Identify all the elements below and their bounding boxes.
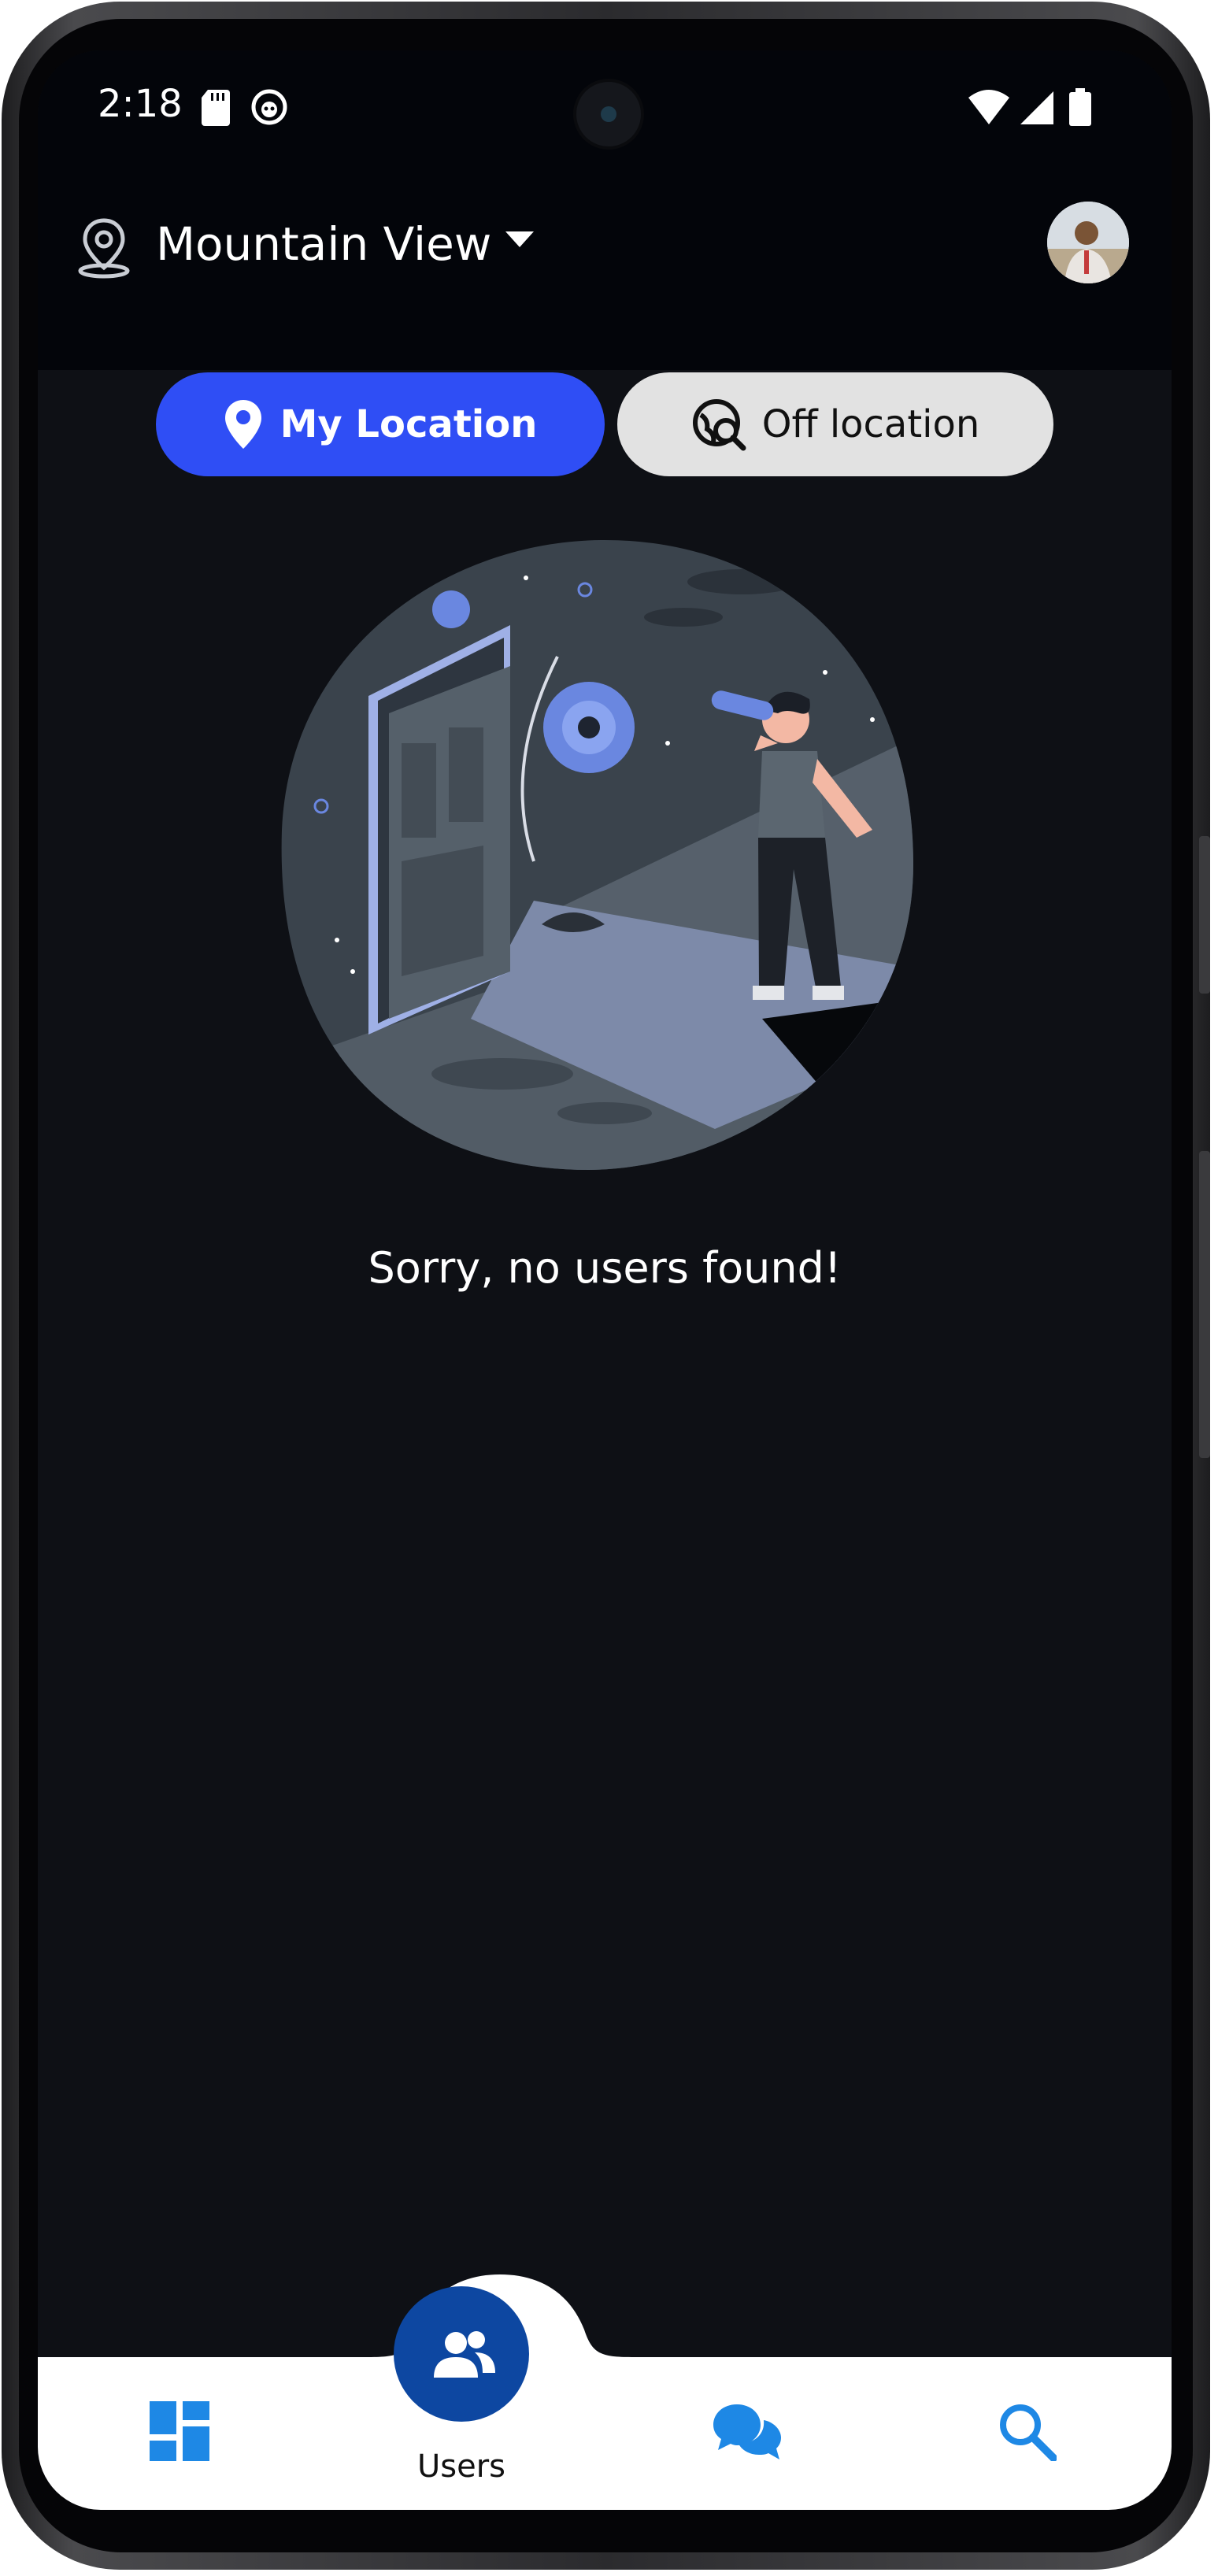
globe-search-icon (692, 399, 746, 451)
battery-icon (1069, 88, 1091, 126)
my-location-label: My Location (280, 402, 538, 446)
status-time: 2:18 (98, 82, 183, 126)
avatar[interactable] (1047, 202, 1129, 283)
empty-state-illustration (281, 540, 914, 1170)
search-icon[interactable] (997, 2401, 1057, 2461)
dashboard-icon[interactable] (150, 2401, 209, 2461)
front-camera (573, 79, 644, 150)
volume-button (1199, 836, 1210, 994)
my-location-button[interactable]: My Location (156, 372, 605, 476)
users-nav-label[interactable]: Users (383, 2448, 540, 2485)
power-button (1199, 1151, 1210, 1458)
off-location-button[interactable]: Off location (617, 372, 1053, 476)
users-nav-button[interactable] (394, 2286, 529, 2422)
avatar-photo (1047, 202, 1129, 283)
app-header: Mountain View (38, 167, 1172, 370)
signal-icon (1020, 91, 1053, 124)
location-pin-icon (78, 218, 130, 279)
empty-state-message: Sorry, no users found! (368, 1243, 842, 1293)
status-bar: 2:18 (38, 50, 1172, 167)
sd-card-icon (202, 90, 230, 126)
chevron-down-icon[interactable] (504, 230, 535, 249)
wifi-icon (968, 90, 1009, 124)
bottom-navigation (38, 2357, 1172, 2510)
users-icon (434, 2331, 495, 2378)
city-selector[interactable]: Mountain View (156, 217, 491, 271)
app-notification-icon (251, 89, 287, 125)
off-location-label: Off location (761, 402, 980, 446)
map-pin-icon (224, 400, 261, 449)
chat-icon[interactable] (712, 2403, 783, 2461)
screen: 2:18 Mountain View My Location Off locat… (38, 50, 1172, 2510)
